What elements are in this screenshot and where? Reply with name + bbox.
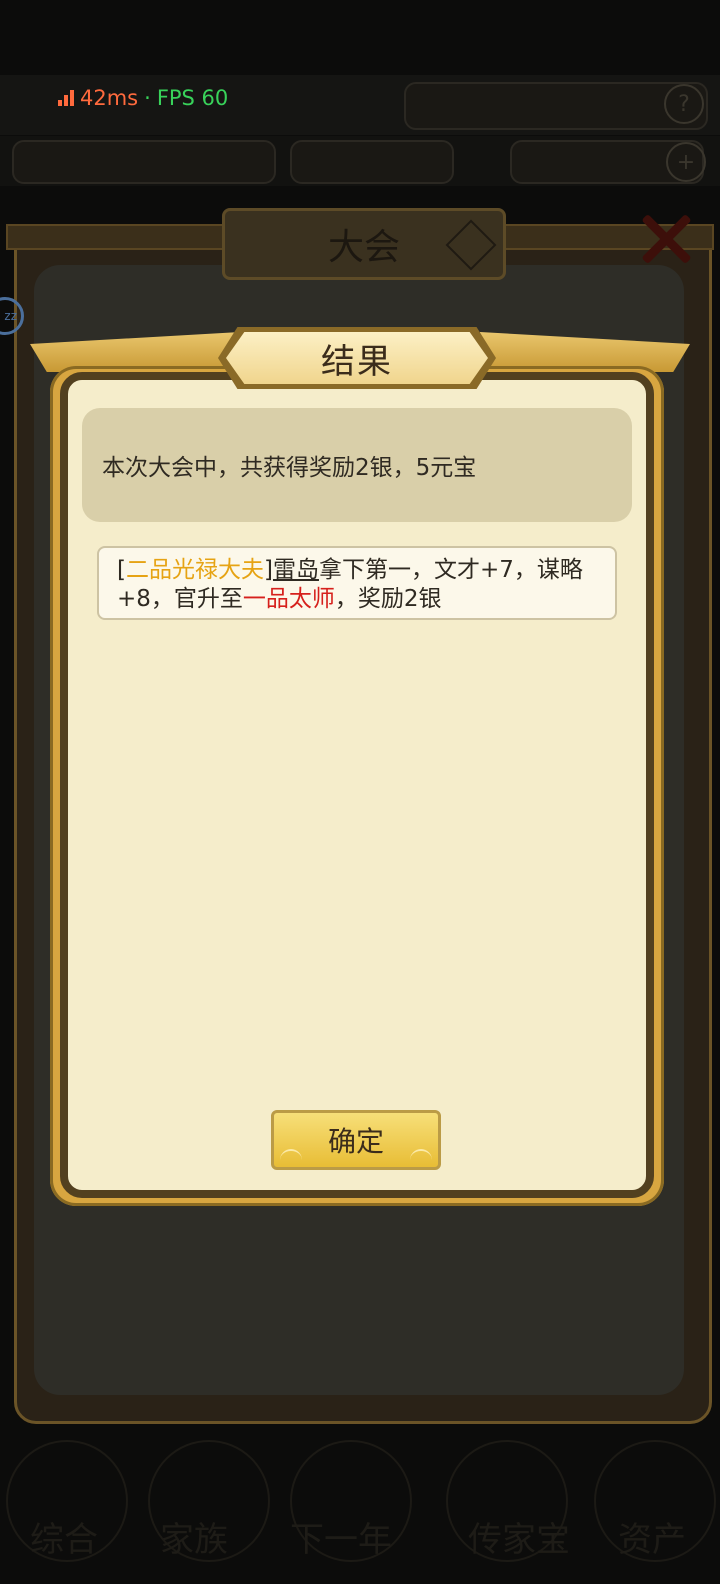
signal-icon bbox=[58, 90, 74, 106]
rank-close-bracket: ] bbox=[263, 557, 273, 583]
confirm-label: 确定 bbox=[327, 1125, 384, 1158]
nav-label-2: 家族 bbox=[160, 1520, 228, 1560]
member-name-link[interactable]: 雷岛 bbox=[273, 557, 319, 583]
currency-pill bbox=[404, 82, 708, 130]
performance-overlay: 42ms · FPS 60 bbox=[58, 86, 228, 110]
result-title-text: 结果 bbox=[321, 341, 393, 382]
panel-wing-left bbox=[6, 224, 230, 250]
confirm-button[interactable]: 确定 bbox=[271, 1110, 441, 1170]
fps-text: FPS 60 bbox=[156, 86, 229, 110]
add-icon: + bbox=[666, 142, 706, 182]
button-ornament-left bbox=[280, 1149, 302, 1163]
nav-label-3: 下一年 bbox=[290, 1520, 392, 1560]
assembly-panel-title: 大会 bbox=[222, 208, 506, 280]
help-diamond-icon bbox=[445, 219, 497, 271]
result-title: 结果 bbox=[226, 332, 488, 384]
rank-open-bracket: [ bbox=[117, 557, 126, 583]
nav-label-4: 传家宝 bbox=[468, 1520, 570, 1560]
separator: · bbox=[144, 86, 151, 110]
assembly-title-text: 大会 bbox=[327, 227, 400, 268]
ping-text: 42ms bbox=[80, 86, 139, 110]
reward-summary: 本次大会中，共获得奖励2银，5元宝 bbox=[82, 408, 632, 522]
reward-summary-text: 本次大会中，共获得奖励2银，5元宝 bbox=[102, 455, 477, 481]
result-entry: [二品光禄大夫]雷岛拿下第一，文才+7，谋略+8，官升至一品太师，奖励2银 bbox=[97, 546, 617, 620]
nav-label-1: 综合 bbox=[30, 1520, 98, 1560]
button-ornament-right bbox=[410, 1149, 432, 1163]
close-icon[interactable] bbox=[636, 208, 696, 268]
help-icon: ? bbox=[664, 84, 704, 124]
promotion-title: 一品太师 bbox=[242, 586, 335, 612]
entry-text-2: ，奖励2银 bbox=[334, 586, 442, 612]
rank-title: 二品光禄大夫 bbox=[125, 557, 264, 583]
year-pill bbox=[290, 140, 454, 184]
nav-label-5: 资产 bbox=[618, 1520, 686, 1560]
member-pill bbox=[12, 140, 276, 184]
